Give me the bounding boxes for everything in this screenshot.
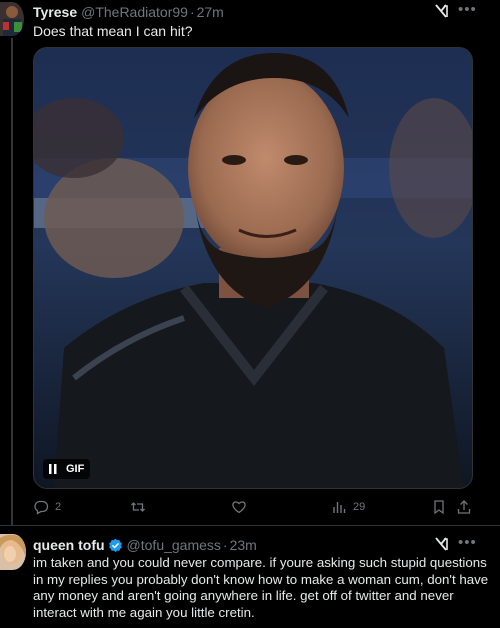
tweet-actions: 2 29 <box>0 499 500 519</box>
author-name[interactable]: queen tofu <box>33 537 105 553</box>
reply-button[interactable]: 2 <box>33 499 61 515</box>
author-handle[interactable]: @tofu_gamess <box>127 537 221 553</box>
gif-label: GIF <box>66 463 85 475</box>
more-icon[interactable]: ••• <box>458 1 477 18</box>
reply-icon <box>34 500 49 515</box>
bookmark-icon <box>434 500 444 515</box>
time-separator: · <box>189 4 195 20</box>
timestamp[interactable]: 27m <box>197 4 224 20</box>
share-icon <box>457 500 471 514</box>
tweet-text: im taken and you could never compare. if… <box>33 555 489 620</box>
grok-icon[interactable] <box>433 536 449 552</box>
pause-icon[interactable] <box>49 464 57 474</box>
gif-badge[interactable]: GIF <box>43 459 91 479</box>
verified-icon <box>108 538 122 552</box>
share-button[interactable] <box>456 499 472 515</box>
more-icon[interactable]: ••• <box>458 534 477 551</box>
tweet-1[interactable]: Tyrese @TheRadiator99 · 27m ••• Does tha… <box>0 0 500 526</box>
views-icon <box>333 502 346 513</box>
tweet-text: Does that mean I can hit? <box>33 23 193 39</box>
tweet-media-gif[interactable] <box>33 47 473 489</box>
timestamp[interactable]: 23m <box>230 537 257 553</box>
thread-line <box>11 38 13 526</box>
tweet-header: Tyrese @TheRadiator99 · 27m <box>33 4 224 20</box>
author-name[interactable]: Tyrese <box>33 4 77 20</box>
tweet-header: queen tofu @tofu_gamess · 23m <box>33 537 257 553</box>
bookmark-button[interactable] <box>431 499 447 515</box>
retweet-icon <box>131 502 145 512</box>
like-icon <box>232 501 246 514</box>
time-separator: · <box>222 537 228 553</box>
retweet-button[interactable] <box>130 499 146 515</box>
views-button[interactable]: 29 <box>331 499 365 515</box>
like-button[interactable] <box>231 499 247 515</box>
reply-count: 2 <box>55 501 62 513</box>
views-count: 29 <box>353 501 366 513</box>
grok-icon[interactable] <box>433 3 449 19</box>
avatar[interactable] <box>0 534 26 570</box>
avatar[interactable] <box>0 2 24 36</box>
author-handle[interactable]: @TheRadiator99 <box>81 4 188 20</box>
